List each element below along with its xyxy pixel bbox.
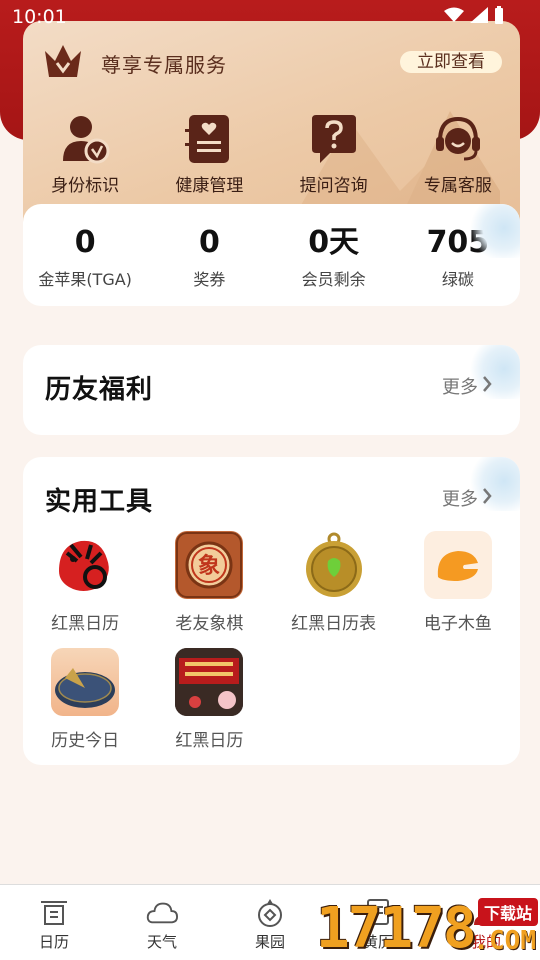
chevron-right-icon xyxy=(482,487,492,510)
watermark-tag: 下载站 xyxy=(477,898,538,926)
cloud-icon xyxy=(146,897,178,927)
headset-icon xyxy=(432,113,484,165)
tool-label: 红黑日历表 xyxy=(291,614,377,634)
benefits-title: 历友福利 xyxy=(45,375,154,405)
vip-services: 身份标识 健康管理 提问咨询 专属客服 xyxy=(23,113,520,196)
tiger-icon xyxy=(51,531,119,599)
stat-label: 绿碳 xyxy=(441,270,474,289)
tool-label: 老友象棋 xyxy=(175,614,244,634)
calendar-gate-icon xyxy=(38,897,70,927)
stat-label: 金苹果(TGA) xyxy=(38,270,132,289)
calendar-book-icon xyxy=(175,648,244,716)
pocket-watch-icon xyxy=(300,531,368,599)
crown-icon xyxy=(43,43,83,83)
view-now-button[interactable]: 立即查看 xyxy=(400,51,502,73)
cloud-decoration xyxy=(468,204,520,258)
stat-value: 0 xyxy=(74,225,96,260)
tool-calendar-watch[interactable]: 红黑日历表 xyxy=(272,531,396,634)
service-label: 提问咨询 xyxy=(299,176,368,196)
service-identity[interactable]: 身份标识 xyxy=(23,113,147,196)
stats-card: 0 金苹果(TGA) 0 奖券 0天 会员剩余 705 绿碳 xyxy=(23,204,520,306)
nav-label: 果园 xyxy=(254,933,285,951)
tools-grid: 红黑日历 象 老友象棋 红黑日历表 电子木鱼 历史今日 红黑日历 xyxy=(23,531,520,751)
status-time: 10:01 xyxy=(12,6,67,28)
tool-label: 红黑日历 xyxy=(175,731,244,751)
nav-calendar[interactable]: 日历 xyxy=(0,885,108,960)
tool-label: 电子木鱼 xyxy=(423,614,492,634)
tool-wooden-fish[interactable]: 电子木鱼 xyxy=(396,531,520,634)
tool-label: 历史今日 xyxy=(51,731,120,751)
stat-label: 会员剩余 xyxy=(301,270,366,289)
watermark-number: 17178 xyxy=(316,896,477,960)
svg-text:象: 象 xyxy=(198,553,220,579)
more-label: 更多 xyxy=(442,377,478,398)
stat-membership-remaining[interactable]: 0天 会员剩余 xyxy=(272,204,396,306)
stat-value: 0 xyxy=(198,225,220,260)
tool-history-today[interactable]: 历史今日 xyxy=(23,648,147,751)
tool-red-black-calendar[interactable]: 红黑日历 xyxy=(23,531,147,634)
tools-card: 实用工具 更多 红黑日历 象 老友象棋 红黑日历表 电子木鱼 历史今日 红黑日历 xyxy=(23,457,520,765)
status-bar: 10:01 xyxy=(0,0,540,34)
benefits-more-link[interactable]: 更多 xyxy=(442,373,492,399)
site-watermark: 17178 下载站 .COM xyxy=(316,892,540,960)
sundial-icon xyxy=(51,648,120,716)
service-support[interactable]: 专属客服 xyxy=(396,113,520,196)
service-label: 身份标识 xyxy=(51,176,120,196)
chevron-right-icon xyxy=(482,375,492,398)
tool-label: 红黑日历 xyxy=(51,614,120,634)
battery-icon xyxy=(494,5,504,29)
vip-title: 尊享专属服务 xyxy=(101,52,227,77)
service-health[interactable]: 健康管理 xyxy=(147,113,271,196)
nav-label: 日历 xyxy=(38,933,69,951)
tool-red-black-calendar-2[interactable]: 红黑日历 xyxy=(147,648,271,751)
service-label: 健康管理 xyxy=(175,176,244,196)
tools-title: 实用工具 xyxy=(45,487,154,517)
tools-more-link[interactable]: 更多 xyxy=(442,485,492,511)
service-label: 专属客服 xyxy=(423,176,492,196)
stat-coupons[interactable]: 0 奖券 xyxy=(147,204,271,306)
wifi-icon xyxy=(444,6,464,28)
nav-orchard[interactable]: 果园 xyxy=(216,885,324,960)
stat-value: 0天 xyxy=(308,225,360,260)
orchard-icon xyxy=(254,897,286,927)
stat-gold-apple[interactable]: 0 金苹果(TGA) xyxy=(23,204,147,306)
stat-label: 奖券 xyxy=(193,270,226,289)
question-chat-icon xyxy=(308,113,360,165)
nav-label: 天气 xyxy=(146,933,177,951)
watermark-domain: .COM xyxy=(473,926,536,956)
tool-chess[interactable]: 象 老友象棋 xyxy=(147,531,271,634)
benefits-card: 历友福利 更多 xyxy=(23,345,520,435)
signal-icon xyxy=(470,6,488,28)
status-icons xyxy=(444,5,504,29)
wooden-fish-icon xyxy=(423,531,492,599)
chess-piece-icon: 象 xyxy=(175,531,244,599)
nav-weather[interactable]: 天气 xyxy=(108,885,216,960)
vip-header: 尊享专属服务 xyxy=(43,43,227,83)
health-record-icon xyxy=(183,113,235,165)
more-label: 更多 xyxy=(442,489,478,510)
identity-badge-icon xyxy=(59,113,111,165)
service-consult[interactable]: 提问咨询 xyxy=(272,113,396,196)
